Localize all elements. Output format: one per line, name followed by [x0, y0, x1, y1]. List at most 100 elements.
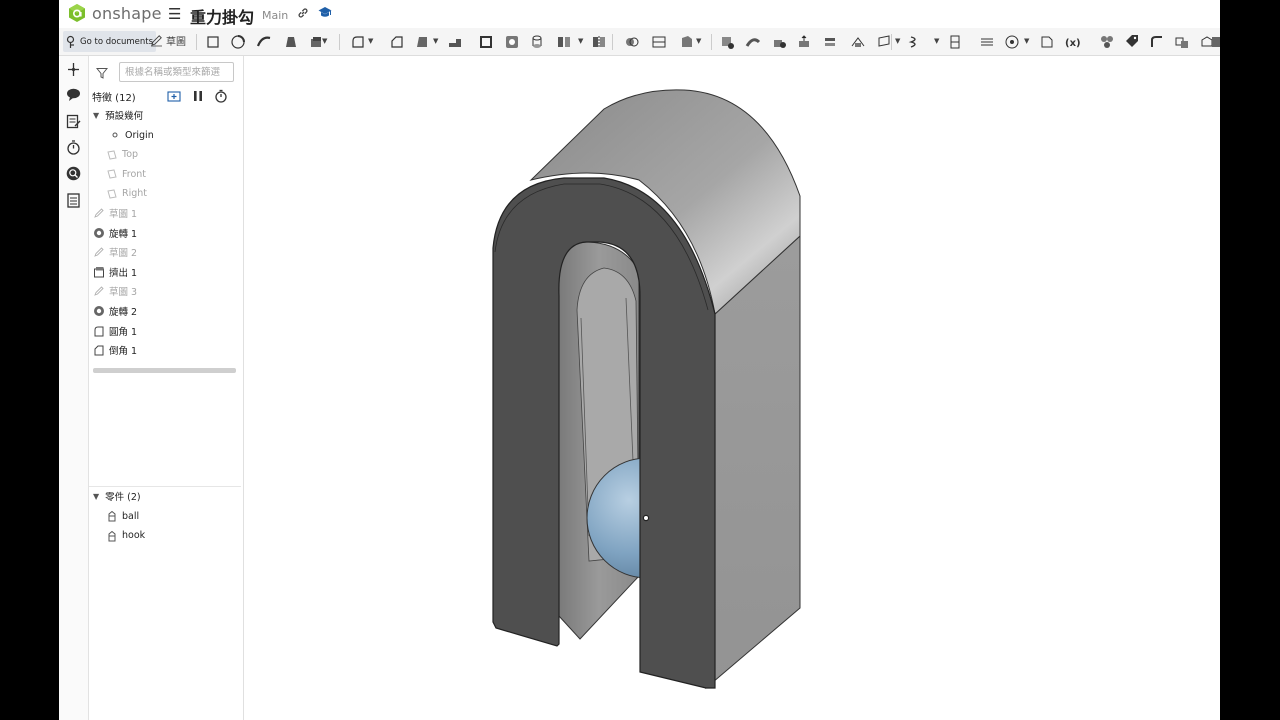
- bill-of-materials-icon[interactable]: [65, 192, 82, 209]
- part-studio-icon[interactable]: [205, 34, 221, 50]
- tree-item-front[interactable]: Front: [106, 165, 146, 183]
- dropdown-caret-icon[interactable]: ▼: [934, 37, 939, 45]
- modify-fillet-icon[interactable]: [745, 34, 761, 50]
- rib-icon[interactable]: [447, 34, 463, 50]
- filter-icon[interactable]: [96, 67, 108, 79]
- hole-icon[interactable]: [504, 34, 520, 50]
- feature-label: 擠出 1: [109, 267, 138, 279]
- mate-connector-icon[interactable]: [947, 34, 963, 50]
- dropdown-caret-icon[interactable]: ▼: [368, 37, 373, 45]
- feature-item-revolve[interactable]: 旋轉 2: [93, 302, 137, 320]
- dropdown-caret-icon[interactable]: ▼: [696, 37, 701, 45]
- origin-marker[interactable]: [642, 514, 650, 522]
- notes-icon[interactable]: [65, 113, 82, 130]
- delete-part-icon[interactable]: [719, 34, 735, 50]
- feature-toolbar: Go to documents 草圖 (x) ▼ ▼ ▼ ▼ ▼ ▼ ▼ ▼: [59, 28, 1220, 56]
- transform-icon[interactable]: [679, 34, 695, 50]
- feature-item-chamfer[interactable]: 倒角 1: [93, 341, 137, 359]
- origin-icon: [112, 132, 118, 138]
- appearance-search-icon[interactable]: [65, 165, 82, 182]
- corner-icon[interactable]: [1149, 34, 1165, 50]
- hook-model[interactable]: [244, 56, 1220, 720]
- feature-filter-input[interactable]: [119, 62, 234, 82]
- parts-group[interactable]: ▼ 零件 (2): [93, 487, 141, 505]
- top-label: Top: [122, 149, 139, 160]
- offset-surface-icon[interactable]: [850, 34, 866, 50]
- unfold-icon[interactable]: [1209, 34, 1220, 50]
- dropdown-caret-icon[interactable]: ▼: [578, 37, 583, 45]
- variable-icon[interactable]: [1004, 34, 1020, 50]
- part-item-hook[interactable]: hook: [106, 527, 145, 545]
- fillet-icon[interactable]: [350, 34, 366, 50]
- sketch-icon: [94, 208, 104, 218]
- right-label: Right: [122, 188, 148, 199]
- dropdown-caret-icon[interactable]: ▼: [895, 37, 900, 45]
- add-folder-icon[interactable]: [167, 89, 181, 103]
- delete-face-icon[interactable]: [771, 34, 787, 50]
- revolve-icon[interactable]: [230, 34, 246, 50]
- tree-item-origin[interactable]: Origin: [109, 126, 154, 144]
- dropdown-caret-icon[interactable]: ▼: [433, 37, 438, 45]
- linear-pattern-icon[interactable]: [556, 34, 572, 50]
- feature-item-sketch[interactable]: 草圖 2: [93, 243, 137, 261]
- mate-connector-add-icon[interactable]: [65, 61, 82, 78]
- history-icon[interactable]: [65, 139, 82, 156]
- draft-icon[interactable]: [414, 34, 430, 50]
- replace-face-icon[interactable]: [822, 34, 838, 50]
- measure-icon[interactable]: [979, 34, 995, 50]
- graphics-viewport[interactable]: [244, 56, 1220, 720]
- pause-icon[interactable]: [191, 89, 205, 103]
- boolean-icon[interactable]: [624, 34, 640, 50]
- go-to-documents-button[interactable]: Go to documents: [63, 31, 157, 52]
- rebuild-timer-icon[interactable]: [214, 89, 228, 103]
- bend-relief-icon[interactable]: [1174, 34, 1190, 50]
- chamfer-icon: [94, 345, 104, 356]
- sketch-button[interactable]: 草圖: [150, 33, 186, 48]
- default-geometry-group[interactable]: ▼ 預設幾何: [93, 106, 143, 124]
- link-icon[interactable]: [297, 7, 309, 19]
- dropdown-caret-icon[interactable]: ▼: [322, 37, 327, 45]
- flange-icon[interactable]: [1124, 34, 1140, 50]
- loft-icon[interactable]: [282, 34, 298, 50]
- feature-item-sketch[interactable]: 草圖 1: [93, 204, 137, 222]
- feature-item-sketch[interactable]: 草圖 3: [93, 282, 137, 300]
- sweep-icon[interactable]: [256, 34, 272, 50]
- shell-icon[interactable]: [478, 34, 494, 50]
- part-icon: [108, 530, 116, 542]
- feature-list-scrollbar[interactable]: [93, 368, 236, 373]
- feature-label: 草圖 3: [109, 287, 138, 299]
- split-icon[interactable]: [651, 34, 667, 50]
- comments-icon[interactable]: [65, 86, 82, 103]
- dropdown-caret-icon[interactable]: ▼: [1024, 37, 1029, 45]
- toolbar-divider: [711, 34, 712, 50]
- feature-item-revolve[interactable]: 旋轉 1: [93, 224, 137, 242]
- sketch-label: 草圖: [166, 37, 186, 48]
- mirror-icon[interactable]: [591, 34, 607, 50]
- feature-list-panel: 特徵 (12) ▼ 預設幾何 Origin Top Front Right 草圖 1 旋轉 1…: [89, 56, 244, 720]
- feature-item-fillet[interactable]: 圓角 1: [93, 322, 137, 340]
- feature-item-extrude[interactable]: 擠出 1: [93, 263, 137, 281]
- helix-icon[interactable]: [907, 34, 923, 50]
- sketch-icon: [94, 286, 104, 297]
- chevron-down-icon[interactable]: ▼: [93, 111, 99, 120]
- move-face-icon[interactable]: [796, 34, 812, 50]
- origin-label: Origin: [125, 129, 154, 141]
- learning-center-icon[interactable]: [318, 6, 332, 19]
- chevron-down-icon[interactable]: ▼: [93, 492, 99, 501]
- feature-label: 圓角 1: [109, 326, 138, 338]
- document-title[interactable]: 重力掛勾: [190, 4, 254, 28]
- sketch-icon: [94, 247, 104, 257]
- tag-icon[interactable]: (x): [1064, 34, 1080, 50]
- workspace-label[interactable]: Main: [262, 9, 288, 22]
- tree-item-right[interactable]: Right: [106, 185, 147, 203]
- part-item-ball[interactable]: ball: [106, 507, 139, 525]
- thread-icon[interactable]: [529, 34, 545, 50]
- onshape-logo-icon: [69, 4, 85, 22]
- onshape-logo[interactable]: onshape: [67, 3, 162, 23]
- sheet-metal-icon[interactable]: [1099, 34, 1115, 50]
- chamfer-icon[interactable]: [389, 34, 405, 50]
- tree-item-top[interactable]: Top: [106, 146, 138, 164]
- plane-icon[interactable]: [876, 34, 892, 50]
- feature-pattern-icon[interactable]: [1039, 34, 1055, 50]
- hamburger-menu-icon[interactable]: ☰: [168, 5, 181, 23]
